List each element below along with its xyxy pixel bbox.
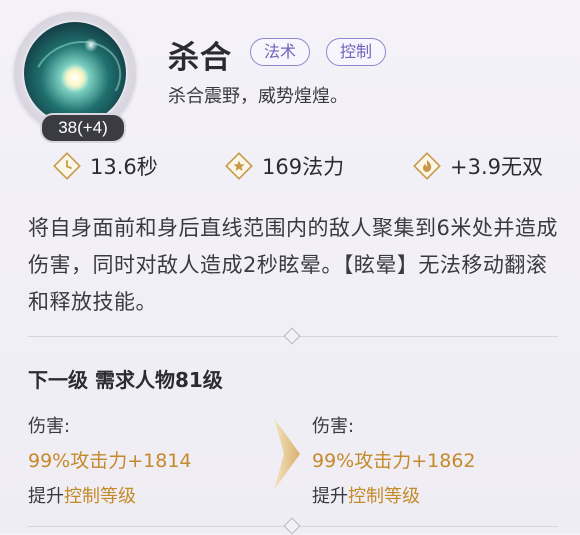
skill-icon[interactable]: 38(+4): [14, 12, 140, 143]
swirling-star-skill-icon: [24, 22, 126, 124]
clock-icon: [53, 152, 81, 180]
next-upgrade-note: 提升控制等级: [312, 482, 420, 508]
star-icon: [225, 152, 253, 180]
current-upgrade-note: 提升控制等级: [28, 482, 136, 508]
divider-diamond-icon: [283, 327, 301, 345]
wushuang-value: +3.9无双: [450, 155, 543, 179]
skill-tag-spell: 法术: [250, 38, 311, 66]
next-level-title: 下一级 需求人物81级: [28, 368, 223, 392]
next-damage-value: 99%攻击力+1862: [312, 450, 476, 472]
skill-tag-control: 控制: [326, 38, 387, 66]
upgrade-prefix: 提升: [28, 486, 64, 507]
skill-name: 杀合: [168, 40, 232, 76]
skill-subtitle: 杀合震野，威势煌煌。: [168, 86, 348, 107]
mana-cost-value: 169法力: [262, 155, 345, 179]
upgrade-highlight: 控制等级: [64, 486, 136, 507]
next-damage-label: 伤害:: [312, 416, 355, 437]
chevron-right-icon: [274, 418, 300, 490]
cooldown-stat: 13.6秒: [52, 150, 158, 182]
skill-detail-panel: 38(+4) 杀合 法术 控制 杀合震野，威势煌煌。 13.6秒 169法力 +…: [0, 0, 580, 535]
upgrade-highlight: 控制等级: [348, 486, 420, 507]
upgrade-prefix: 提升: [312, 486, 348, 507]
current-damage-value: 99%攻击力+1814: [28, 450, 192, 472]
skill-description: 将自身面前和身后直线范围内的敌人聚集到6米处并造成伤害，同时对敌人造成2秒眩晕。…: [28, 216, 558, 314]
divider-diamond-icon: [283, 517, 301, 535]
current-damage-label: 伤害:: [28, 416, 71, 437]
cooldown-value: 13.6秒: [90, 155, 158, 179]
wushuang-stat: +3.9无双: [412, 150, 543, 182]
mana-cost-stat: 169法力: [224, 150, 344, 182]
skill-level-badge: 38(+4): [40, 113, 126, 143]
flame-icon: [413, 152, 441, 180]
